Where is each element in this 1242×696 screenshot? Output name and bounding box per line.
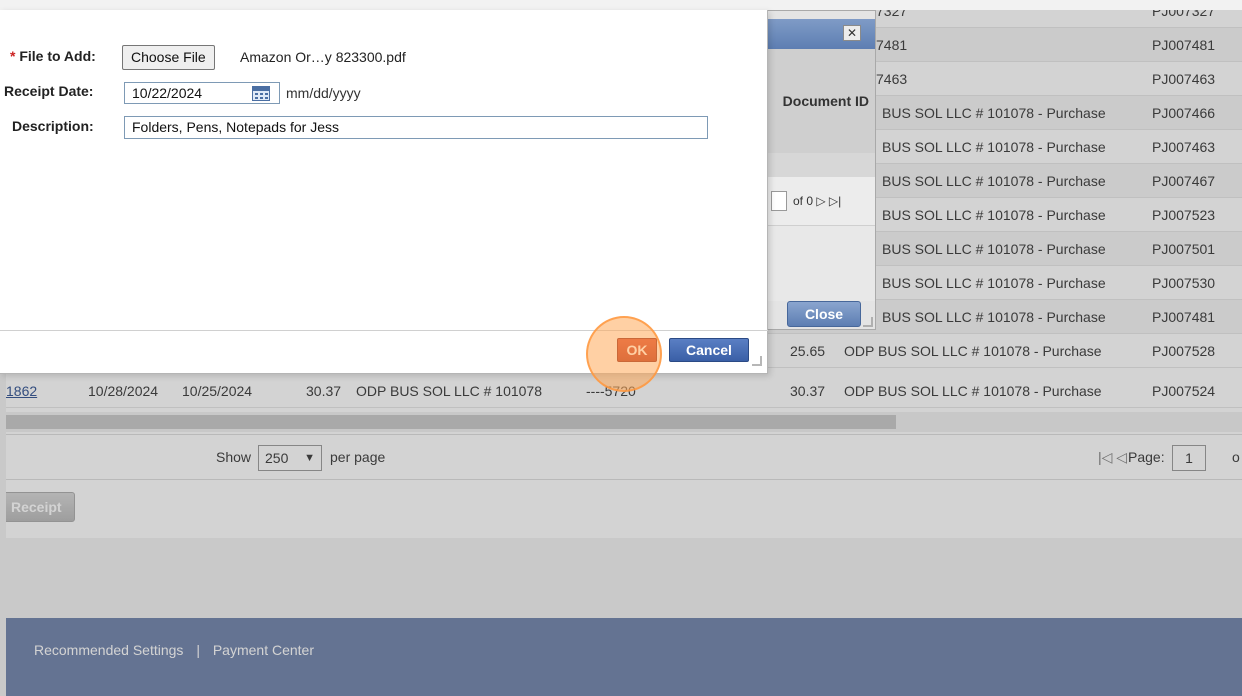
description-input[interactable]: Folders, Pens, Notepads for Jess: [124, 116, 708, 139]
document-dialog-body: [767, 225, 875, 301]
calendar-icon[interactable]: [252, 86, 270, 101]
ok-button[interactable]: OK: [617, 338, 657, 362]
choose-file-button[interactable]: Choose File: [122, 45, 215, 70]
close-icon[interactable]: ✕: [843, 25, 861, 41]
date-format-hint: mm/dd/yyyy: [286, 85, 361, 101]
description-label: Description:: [12, 118, 94, 134]
resize-grip-icon[interactable]: [863, 317, 873, 327]
required-mark: *: [10, 48, 16, 64]
top-strip: [0, 0, 1242, 10]
resize-grip-icon[interactable]: [752, 356, 762, 366]
document-pager-text: of 0 ▷ ▷|: [793, 194, 842, 208]
file-to-add-text: File to Add:: [19, 48, 96, 64]
document-dialog: ✕ Document ID of 0 ▷ ▷| Close: [766, 10, 876, 330]
add-receipt-dialog: * File to Add: Choose File Amazon Or…y 8…: [0, 10, 768, 374]
receipt-date-label: Receipt Date:: [4, 83, 94, 99]
dialog-footer-divider: [0, 330, 768, 331]
document-subheader: [767, 153, 875, 177]
cancel-button[interactable]: Cancel: [669, 338, 749, 362]
document-pager: of 0 ▷ ▷|: [767, 177, 875, 225]
document-page-input[interactable]: [771, 191, 787, 211]
close-button[interactable]: Close: [787, 301, 861, 327]
file-to-add-label: * File to Add:: [10, 48, 96, 64]
selected-file-name: Amazon Or…y 823300.pdf: [240, 49, 406, 65]
document-id-column-header: Document ID: [767, 49, 875, 153]
